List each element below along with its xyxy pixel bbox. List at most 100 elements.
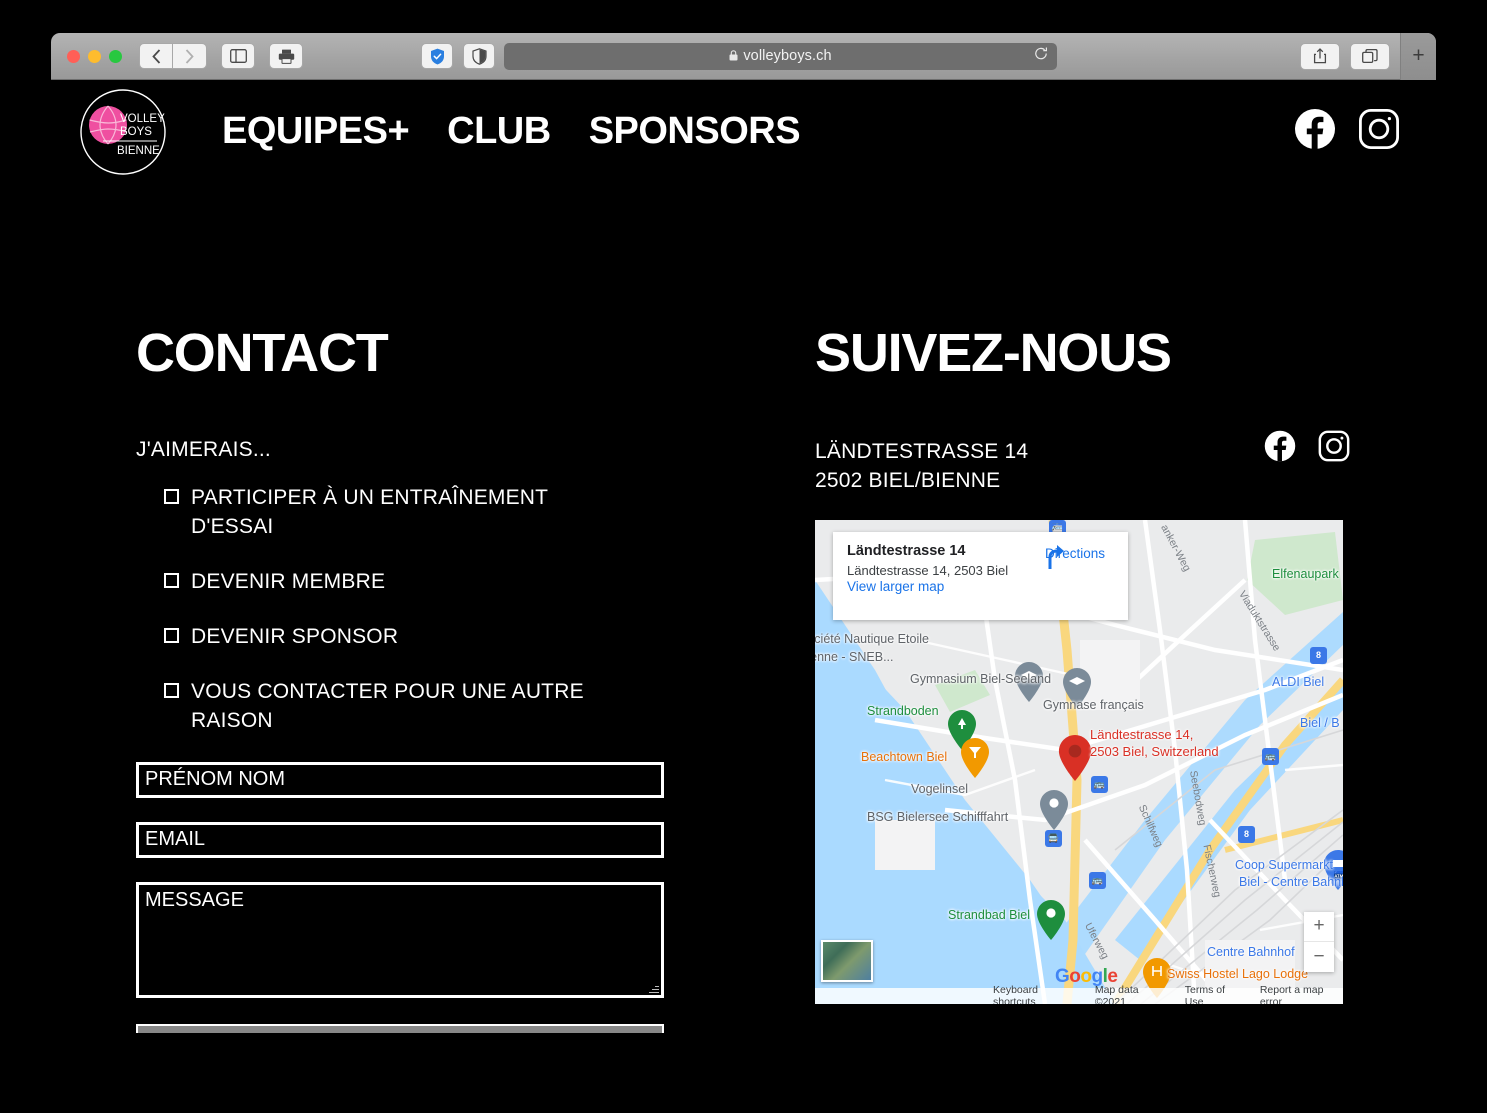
tab-overview-button[interactable] bbox=[1350, 42, 1390, 70]
extension-buttons bbox=[421, 43, 495, 69]
contact-options-list: PARTICIPER À UN ENTRAÎNEMENT D'ESSAI DEV… bbox=[164, 484, 791, 736]
option-label-trial: PARTICIPER À UN ENTRAÎNEMENT D'ESSAI bbox=[191, 486, 548, 538]
map-label-gymnasium: Gymnasium Biel-Seeland bbox=[910, 671, 1052, 686]
checkbox-other[interactable] bbox=[164, 682, 179, 698]
map-label-coop: Coop Supermarkt bbox=[1235, 857, 1333, 872]
option-label-member: DEVENIR MEMBRE bbox=[191, 569, 386, 593]
address-bar[interactable]: volleyboys.ch bbox=[504, 42, 1057, 70]
browser-window: volleyboys.ch + VOLLEY BOYS BIENNE EQUIP… bbox=[51, 33, 1436, 1033]
directions-arrow-icon bbox=[1048, 544, 1064, 569]
map-label-strandboden: Strandboden bbox=[867, 703, 939, 718]
view-larger-map-link[interactable]: View larger map bbox=[847, 579, 944, 594]
contact-intro-label: J'AIMERAIS... bbox=[136, 438, 271, 461]
reader-contrast-icon[interactable] bbox=[463, 43, 495, 69]
follow-social-links bbox=[1264, 430, 1350, 467]
nav-sponsors[interactable]: SPONSORS bbox=[589, 110, 801, 153]
map-zoom-in-button[interactable]: + bbox=[1304, 912, 1334, 942]
checkbox-trial[interactable] bbox=[164, 489, 179, 504]
svg-text:BOYS: BOYS bbox=[120, 126, 152, 138]
terms-of-use-link[interactable]: Terms of Use bbox=[1185, 984, 1243, 1004]
map-zoom-out-button[interactable]: − bbox=[1304, 942, 1334, 972]
lock-icon bbox=[729, 50, 738, 61]
map-badge-transit-4[interactable]: 🚌 bbox=[1262, 747, 1279, 765]
map-info-card: Ländtestrasse 14 Ländtestrasse 14, 2503 … bbox=[833, 531, 1128, 620]
header-social-links bbox=[1294, 108, 1400, 155]
page-content: CONTACT J'AIMERAIS... PARTICIPER À UN EN… bbox=[51, 183, 1436, 1033]
map-badge-route-8b: 8 bbox=[1238, 825, 1255, 843]
map-badge-transit-2[interactable]: 🚍 bbox=[1045, 829, 1062, 847]
follow-header: SUIVEZ-NOUS LÄNDTESTRASSE 14 2502 BIEL/B… bbox=[815, 326, 1436, 496]
map-label-aldi: ALDI Biel bbox=[1272, 674, 1325, 689]
option-label-sponsor: DEVENIR SPONSOR bbox=[191, 624, 399, 648]
address-line-2: 2502 BIEL/BIENNE bbox=[815, 468, 1001, 492]
map-label-elfenaupark: Elfenaupark bbox=[1272, 566, 1339, 581]
nav-club[interactable]: CLUB bbox=[447, 110, 551, 153]
submit-button[interactable]: SUBMIT bbox=[136, 1023, 664, 1033]
checkbox-member[interactable] bbox=[164, 572, 179, 588]
message-placeholder: MESSAGE bbox=[145, 888, 244, 911]
name-input[interactable]: PRÉNOM NOM bbox=[136, 761, 664, 798]
checkbox-sponsor[interactable] bbox=[164, 627, 179, 643]
svg-text:VOLLEY: VOLLEY bbox=[120, 113, 165, 125]
navigation-buttons bbox=[139, 43, 207, 69]
map-label-coop-2: Biel - Centre Bahnho bbox=[1239, 874, 1343, 889]
option-row-other[interactable]: VOUS CONTACTER POUR UNE AUTRE RAISON bbox=[164, 678, 791, 736]
report-map-error-link[interactable]: Report a map error bbox=[1260, 984, 1343, 1004]
main-navigation: EQUIPES+ CLUB SPONSORS bbox=[222, 110, 801, 153]
map-card-subtitle: Ländtestrasse 14, 2503 Biel bbox=[847, 562, 1009, 578]
map-badge-route-8a: 8 bbox=[1310, 646, 1327, 664]
minimize-window-button[interactable] bbox=[88, 49, 101, 63]
option-row-trial[interactable]: PARTICIPER À UN ENTRAÎNEMENT D'ESSAI bbox=[164, 484, 791, 542]
follow-column: SUIVEZ-NOUS LÄNDTESTRASSE 14 2502 BIEL/B… bbox=[791, 183, 1436, 1033]
map-badge-transit-3[interactable]: 🚌 bbox=[1089, 871, 1106, 889]
close-window-button[interactable] bbox=[67, 49, 80, 63]
google-map-embed[interactable]: 🚈 🚍 🚌 🚌 🚌 🏧 8 8 Société Nautique Etoile … bbox=[815, 519, 1343, 1004]
email-input[interactable]: EMAIL bbox=[136, 821, 664, 858]
share-button[interactable] bbox=[1300, 42, 1340, 70]
directions-button[interactable]: Directions bbox=[1036, 544, 1114, 569]
nav-equipes[interactable]: EQUIPES+ bbox=[222, 110, 410, 153]
google-logo-o2: o bbox=[1080, 965, 1092, 987]
instagram-icon[interactable] bbox=[1318, 430, 1350, 467]
site-logo[interactable]: VOLLEY BOYS BIENNE bbox=[77, 86, 169, 178]
map-badge-transit-5[interactable]: 🚌 bbox=[1091, 775, 1108, 793]
name-placeholder: PRÉNOM NOM bbox=[145, 768, 285, 791]
browser-toolbar: volleyboys.ch + bbox=[51, 33, 1436, 80]
contact-form: PRÉNOM NOM EMAIL MESSAGE SUBMIT bbox=[136, 761, 791, 1033]
url-value: volleyboys.ch bbox=[743, 48, 832, 64]
map-type-satellite-toggle[interactable] bbox=[821, 939, 873, 982]
map-label-swiss-hostel: Swiss Hostel Lago Lodge bbox=[1167, 966, 1309, 981]
site-header: VOLLEY BOYS BIENNE EQUIPES+ CLUB SPONSOR… bbox=[51, 80, 1436, 183]
message-textarea[interactable]: MESSAGE bbox=[136, 881, 664, 998]
shield-check-icon[interactable] bbox=[421, 43, 453, 69]
forward-button[interactable] bbox=[173, 43, 207, 69]
option-row-sponsor[interactable]: DEVENIR SPONSOR bbox=[164, 623, 791, 652]
email-placeholder: EMAIL bbox=[145, 828, 206, 851]
contact-title: CONTACT bbox=[136, 323, 389, 383]
back-button[interactable] bbox=[139, 43, 173, 69]
maximize-window-button[interactable] bbox=[109, 49, 122, 63]
textarea-resize-handle[interactable] bbox=[649, 983, 659, 993]
facebook-icon[interactable] bbox=[1264, 430, 1296, 467]
map-marker-label-line2: 2503 Biel, Switzerland bbox=[1090, 743, 1219, 759]
keyboard-shortcuts-link[interactable]: Keyboard shortcuts bbox=[993, 984, 1078, 1004]
sidebar-button[interactable] bbox=[221, 43, 255, 69]
option-label-other: VOUS CONTACTER POUR UNE AUTRE RAISON bbox=[191, 679, 584, 732]
map-footer: Keyboard shortcuts Map data ©2021 Terms … bbox=[815, 984, 1343, 1004]
reload-icon[interactable] bbox=[1034, 47, 1048, 66]
map-zoom-controls: + − bbox=[1304, 911, 1334, 972]
follow-title: SUIVEZ-NOUS bbox=[815, 323, 1172, 383]
facebook-icon[interactable] bbox=[1294, 108, 1336, 155]
toolbar-right-buttons: + bbox=[1300, 33, 1436, 80]
map-label-sneb-1: Société Nautique Etoile bbox=[815, 631, 929, 646]
instagram-icon[interactable] bbox=[1358, 108, 1400, 155]
option-row-member[interactable]: DEVENIR MEMBRE bbox=[164, 568, 791, 597]
map-label-vogelinsel: Vogelinsel bbox=[911, 781, 968, 796]
map-marker-label-line1: Ländtestrasse 14, bbox=[1090, 726, 1194, 742]
web-page: VOLLEY BOYS BIENNE EQUIPES+ CLUB SPONSOR… bbox=[51, 80, 1436, 1033]
new-tab-button[interactable]: + bbox=[1400, 33, 1436, 80]
print-button[interactable] bbox=[269, 43, 303, 69]
map-label-beachtown: Beachtown Biel bbox=[861, 749, 948, 764]
svg-text:BIENNE: BIENNE bbox=[117, 145, 160, 157]
map-label-gymnase: Gymnase français bbox=[1043, 697, 1144, 712]
